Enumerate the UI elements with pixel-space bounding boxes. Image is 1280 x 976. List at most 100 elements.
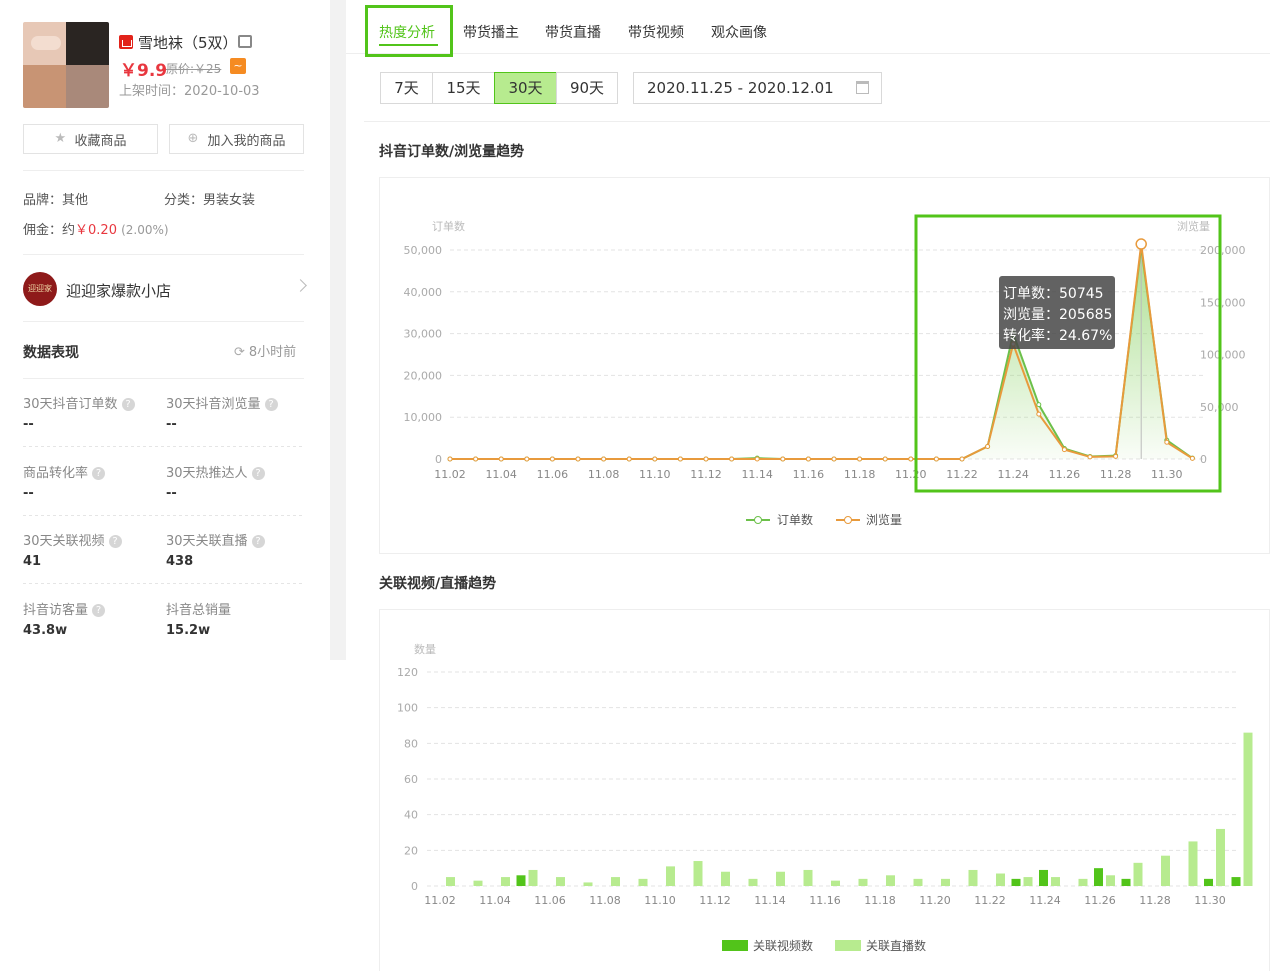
- bar-live: [996, 873, 1005, 886]
- data-point: [447, 456, 453, 462]
- bar-live: [446, 877, 455, 886]
- period-7d[interactable]: 7天: [380, 72, 433, 104]
- help-icon: ?: [121, 398, 135, 411]
- period-30d[interactable]: 30天: [494, 72, 557, 104]
- data-point: [882, 456, 888, 462]
- divider: [23, 583, 304, 584]
- bar-live: [803, 869, 813, 886]
- refresh-status[interactable]: ⟳ 8小时前: [234, 341, 296, 360]
- y-tick-label: 100: [397, 702, 418, 715]
- product-sidebar: 雪地袜（5双） ￥9.9 原价:￥25 ~ 上架时间：2020-10-03 ★ …: [0, 0, 330, 660]
- divider: [23, 378, 304, 379]
- commission-info: 佣金：约￥0.20 (2.00%): [23, 223, 169, 238]
- section-title: 数据表现: [23, 345, 79, 361]
- x-tick-label: 11.10: [639, 468, 671, 481]
- add-to-my-products-button[interactable]: ⊕ 加入我的商品: [169, 124, 304, 154]
- trend-icon[interactable]: ~: [230, 58, 246, 74]
- x-tick-label: 11.24: [997, 468, 1028, 481]
- data-point: [857, 456, 863, 462]
- shop-avatar[interactable]: 迎迎家: [23, 272, 57, 306]
- tab-streamers[interactable]: 带货播主: [463, 22, 519, 42]
- data-point: [933, 456, 939, 462]
- stat-value: 43.8w: [23, 623, 68, 638]
- stat-value: --: [166, 417, 177, 432]
- tab-videos[interactable]: 带货视频: [628, 22, 684, 42]
- date-range-picker[interactable]: 2020.11.25 - 2020.12.01: [633, 72, 882, 104]
- data-point: [729, 456, 735, 462]
- y-tick-label: 10,000: [404, 411, 443, 424]
- x-tick-label: 11.08: [589, 894, 621, 907]
- x-tick-label: 11.18: [844, 468, 876, 481]
- y-tick-label: 0: [411, 880, 418, 893]
- data-point: [959, 456, 965, 462]
- stat-value: --: [166, 486, 177, 501]
- x-tick-label: 11.28: [1100, 468, 1132, 481]
- x-tick-label: 11.08: [588, 468, 620, 481]
- tooltip-line: 浏览量：205685: [1003, 307, 1112, 323]
- y-tick-label: 60: [404, 773, 418, 786]
- original-price: 原价:￥25: [166, 62, 222, 76]
- bar-live: [1216, 828, 1225, 886]
- x-tick-label: 11.02: [424, 894, 456, 907]
- related-bar-chart: 数量 0 20 40 60 80 100 120 11.02 11.04 11.06 11.08 11.…: [397, 643, 1280, 953]
- bar-live: [941, 878, 950, 886]
- stat-label: 抖音总销量: [166, 603, 232, 618]
- y-axis-title: 订单数: [432, 220, 465, 233]
- tab-audience[interactable]: 观众画像: [711, 22, 767, 42]
- data-point: [1061, 447, 1067, 453]
- stat-label: 30天抖音浏览量?: [166, 393, 278, 412]
- shop-name[interactable]: 迎迎家爆款小店: [66, 280, 171, 301]
- data-point: [652, 456, 658, 462]
- y-tick-label: 120: [397, 666, 418, 679]
- y-tick-label: 40,000: [404, 286, 443, 299]
- x-tick-label: 11.06: [534, 894, 566, 907]
- x-tick-label: 11.10: [644, 894, 676, 907]
- bar-live: [886, 875, 895, 886]
- product-name[interactable]: 雪地袜（5双）: [138, 32, 238, 53]
- legend-swatch: [835, 940, 861, 951]
- product-thumbnail[interactable]: [23, 22, 109, 108]
- x-tick-label: 11.16: [809, 894, 841, 907]
- category-info: 分类：男装女装: [164, 193, 256, 208]
- highlight-box: [365, 5, 453, 57]
- divider: [23, 515, 304, 516]
- tmall-icon: [119, 35, 133, 49]
- data-point: [1113, 453, 1119, 459]
- stat-label: 30天热推达人?: [166, 462, 265, 481]
- y2-tick-label: 150,000: [1200, 296, 1246, 309]
- favorite-button[interactable]: ★ 收藏商品: [23, 124, 158, 154]
- data-point: [677, 456, 683, 462]
- y-axis-title: 数量: [414, 643, 436, 656]
- preview-icon[interactable]: [238, 35, 252, 48]
- bar-live: [776, 871, 785, 886]
- stat-value: 41: [23, 554, 42, 569]
- x-tick-label: 11.20: [895, 468, 927, 481]
- product-price: ￥9.9: [120, 61, 168, 81]
- bar-video: [1011, 878, 1021, 886]
- y-tick-label: 0: [435, 453, 442, 466]
- tab-live[interactable]: 带货直播: [545, 22, 601, 42]
- brand-info: 品牌：其他: [23, 193, 89, 208]
- bar-live: [721, 871, 730, 886]
- help-icon: ?: [92, 604, 106, 617]
- bar-live: [968, 869, 978, 886]
- period-90d[interactable]: 90天: [556, 72, 618, 104]
- related-chart-panel: 数量 0 20 40 60 80 100 120 11.02 11.04 11.06 11.08 11.…: [379, 609, 1280, 971]
- legend-label: 关联视频数: [753, 938, 813, 953]
- x-tick-label: 11.14: [754, 894, 786, 907]
- data-point: [1036, 411, 1042, 417]
- chart-title: 抖音订单数/浏览量趋势: [379, 144, 525, 160]
- star-icon: ★: [54, 131, 67, 146]
- x-tick-label: 11.12: [699, 894, 731, 907]
- bar-live: [858, 878, 868, 886]
- help-icon: ?: [92, 467, 106, 480]
- x-tick-label: 11.30: [1151, 468, 1183, 481]
- legend-label: 关联直播数: [866, 938, 926, 953]
- legend-label: 订单数: [777, 512, 813, 527]
- x-tick-label: 11.24: [1029, 894, 1061, 907]
- x-tick-label: 11.16: [793, 468, 825, 481]
- x-tick-label: 11.30: [1194, 894, 1226, 907]
- period-15d[interactable]: 15天: [432, 72, 495, 104]
- chevron-right-icon[interactable]: [294, 279, 307, 292]
- bar-live: [666, 866, 675, 886]
